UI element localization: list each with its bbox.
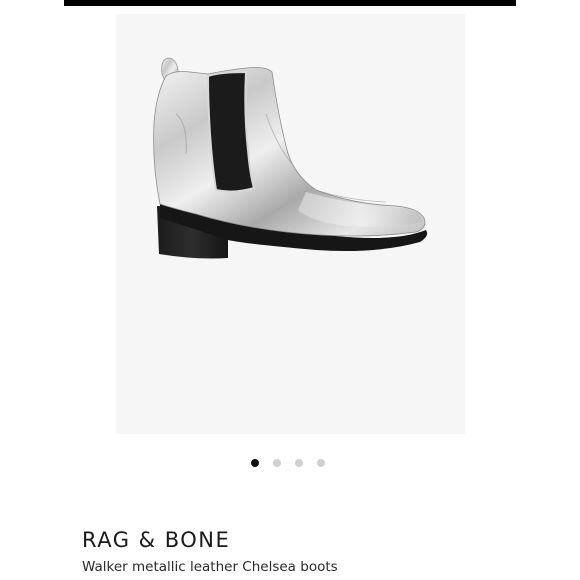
silver-chelsea-boot-image	[153, 57, 428, 259]
product-page: RAG & BONE Walker metallic leather Chels…	[0, 0, 580, 580]
carousel-dot-2[interactable]	[273, 459, 281, 467]
image-carousel-dots	[251, 458, 325, 468]
product-image[interactable]	[116, 14, 465, 434]
brand-name[interactable]: RAG & BONE	[82, 527, 230, 553]
carousel-dot-1[interactable]	[251, 459, 259, 467]
carousel-dot-4[interactable]	[317, 459, 325, 467]
carousel-dot-3[interactable]	[295, 459, 303, 467]
top-divider-bar	[64, 0, 516, 6]
product-title: Walker metallic leather Chelsea boots	[82, 559, 338, 575]
